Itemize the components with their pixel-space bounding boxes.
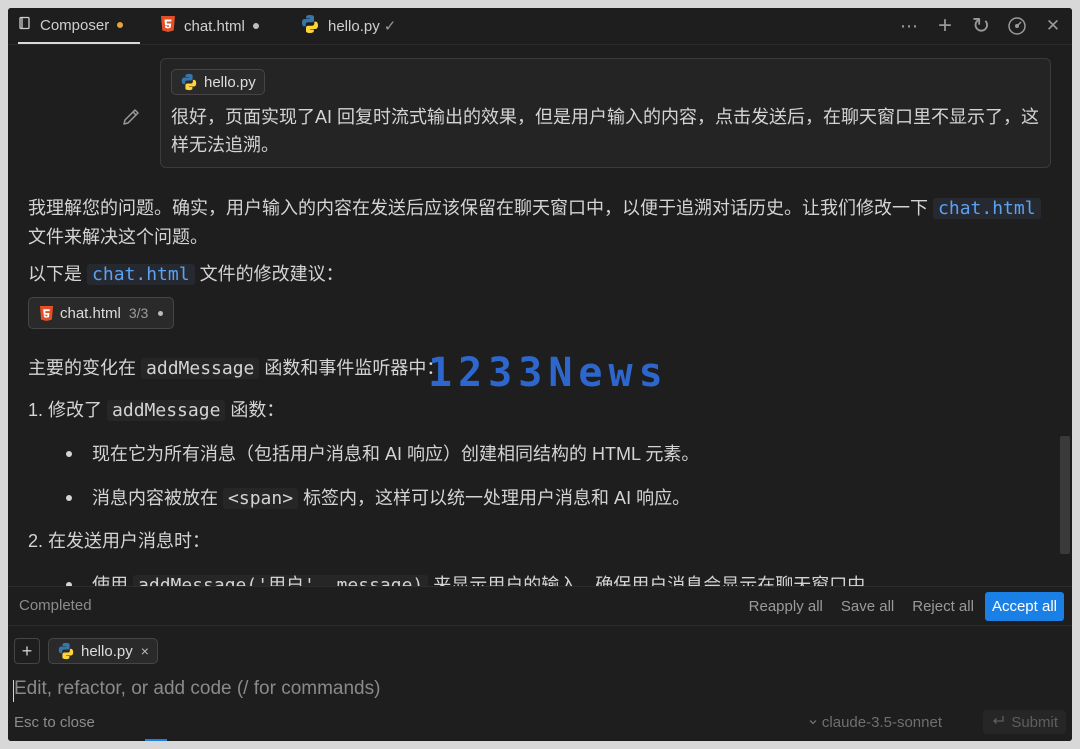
assistant-paragraph: 1. 修改了 addMessage 函数： bbox=[28, 396, 284, 425]
user-message-text: 很好，页面实现了AI 回复时流式输出的效果，但是用户输入的内容，点击发送后，在聊… bbox=[171, 107, 1040, 155]
save-all-button[interactable]: Save all bbox=[834, 593, 901, 620]
bullet-icon bbox=[66, 451, 72, 457]
code-link[interactable]: chat.html bbox=[87, 264, 195, 285]
inline-code: addMessage bbox=[107, 400, 226, 421]
submit-label: Submit bbox=[1011, 713, 1058, 731]
esc-hint: Esc to close bbox=[14, 714, 95, 731]
list-item: 消息内容被放在 <span> 标签内，这样可以统一处理用户消息和 AI 响应。 bbox=[92, 484, 690, 513]
remove-icon[interactable]: × bbox=[141, 643, 149, 659]
more-icon[interactable]: ⋯ bbox=[898, 15, 920, 37]
chat-history: hello.py 很好，页面实现了AI 回复时流式输出的效果，但是用户输入的内容… bbox=[8, 44, 1072, 586]
text-span: 使用 bbox=[92, 575, 128, 586]
enter-icon bbox=[991, 714, 1005, 731]
text-span: 函数： bbox=[230, 400, 285, 420]
bullet-icon bbox=[66, 495, 72, 501]
composer-window: Composer chat.html hello.py ✓ ⋯ + ↻ ✕ he… bbox=[8, 8, 1072, 741]
watermark-logo: 1233News bbox=[428, 350, 669, 396]
file-diff-chip[interactable]: chat.html 3/3 bbox=[28, 297, 175, 329]
tab-composer[interactable]: Composer bbox=[18, 8, 140, 44]
tab-hello-py-label: hello.py bbox=[328, 17, 380, 35]
tab-hello-py[interactable]: hello.py ✓ bbox=[300, 8, 396, 44]
chat-scrollbar[interactable] bbox=[1060, 436, 1070, 554]
list-item: 使用 addMessage('用户', message) 来显示用户的输入，确保… bbox=[92, 571, 883, 586]
completion-status: Completed bbox=[19, 597, 92, 614]
text-span: 主要的变化在 bbox=[28, 358, 136, 378]
prompt-input[interactable] bbox=[14, 678, 914, 700]
python-icon bbox=[180, 73, 198, 91]
text-span: 文件来解决这个问题。 bbox=[28, 227, 208, 247]
submit-button[interactable]: Submit bbox=[983, 710, 1066, 734]
pencil-icon[interactable] bbox=[120, 106, 142, 133]
assistant-paragraph: 2. 在发送用户消息时： bbox=[28, 531, 211, 551]
chevron-down-icon bbox=[808, 714, 818, 731]
tab-bar: Composer chat.html hello.py ✓ ⋯ + ↻ ✕ bbox=[8, 8, 1072, 45]
list-item: 现在它为所有消息（包括用户消息和 AI 响应）创建相同结构的 HTML 元素。 bbox=[92, 444, 700, 464]
context-chip[interactable]: hello.py × bbox=[48, 638, 158, 664]
reapply-all-button[interactable]: Reapply all bbox=[742, 593, 830, 620]
attachment-chip[interactable]: hello.py bbox=[171, 69, 265, 95]
html5-icon bbox=[160, 15, 176, 37]
history-icon[interactable]: ↻ bbox=[970, 13, 992, 38]
tab-composer-label: Composer bbox=[40, 16, 110, 34]
composer-icon bbox=[18, 16, 32, 34]
user-message[interactable]: hello.py 很好，页面实现了AI 回复时流式输出的效果，但是用户输入的内容… bbox=[160, 58, 1051, 168]
text-span: 1. 修改了 bbox=[28, 400, 103, 420]
text-span: 来显示用户的输入，确保用户消息会显示在聊天窗口中。 bbox=[433, 575, 884, 586]
text-span: 标签内，这样可以统一处理用户消息和 AI 响应。 bbox=[303, 488, 691, 508]
plus-icon[interactable]: + bbox=[934, 12, 956, 39]
composer-toolbar: ⋯ + ↻ ✕ bbox=[898, 8, 1064, 44]
status-dot bbox=[158, 310, 164, 316]
check-icon: ✓ bbox=[383, 18, 397, 35]
html5-icon bbox=[39, 305, 54, 322]
file-chip-name: chat.html bbox=[60, 304, 121, 322]
python-icon bbox=[57, 642, 75, 660]
add-context-button[interactable]: + bbox=[14, 638, 40, 664]
inline-code: <span> bbox=[223, 488, 299, 509]
action-bar: Completed Reapply all Save all Reject al… bbox=[8, 586, 1072, 626]
text-span: 以下是 bbox=[28, 264, 82, 284]
tab-chat-html[interactable]: chat.html bbox=[160, 8, 259, 44]
inline-code: addMessage('用户', message) bbox=[133, 575, 429, 586]
context-chip-label: hello.py bbox=[81, 642, 133, 660]
text-span: 函数和事件监听器中： bbox=[264, 358, 445, 378]
inline-code: addMessage bbox=[141, 358, 260, 379]
attachment-label: hello.py bbox=[204, 73, 256, 91]
close-icon[interactable]: ✕ bbox=[1042, 15, 1064, 37]
composer-input-area: + hello.py × Esc to close claude-3.5-son… bbox=[8, 626, 1072, 741]
assistant-paragraph: 以下是 chat.html 文件的修改建议： bbox=[28, 260, 344, 289]
reject-all-button[interactable]: Reject all bbox=[905, 593, 981, 620]
modified-dot bbox=[252, 23, 259, 29]
text-span: 消息内容被放在 bbox=[92, 488, 218, 508]
text-cursor bbox=[13, 680, 14, 702]
code-link[interactable]: chat.html bbox=[933, 198, 1041, 219]
accept-all-button[interactable]: Accept all bbox=[984, 592, 1064, 621]
file-chip-count: 3/3 bbox=[128, 305, 149, 321]
focus-indicator bbox=[145, 739, 167, 741]
settings-icon[interactable] bbox=[1006, 15, 1028, 37]
assistant-paragraph: 主要的变化在 addMessage 函数和事件监听器中： bbox=[28, 354, 444, 383]
action-buttons: Reapply all Save all Reject all Accept a… bbox=[742, 592, 1064, 621]
text-span: 文件的修改建议： bbox=[199, 264, 344, 284]
modified-dot bbox=[117, 22, 124, 28]
text-span: 我理解您的问题。确实，用户输入的内容在发送后应该保留在聊天窗口中，以便于追溯对话… bbox=[28, 198, 928, 218]
model-selector[interactable]: claude-3.5-sonnet bbox=[808, 714, 942, 731]
model-label: claude-3.5-sonnet bbox=[821, 714, 942, 731]
tab-chat-html-label: chat.html bbox=[184, 17, 245, 35]
assistant-paragraph: 我理解您的问题。确实，用户输入的内容在发送后应该保留在聊天窗口中，以便于追溯对话… bbox=[28, 194, 1048, 251]
python-icon bbox=[300, 14, 320, 38]
